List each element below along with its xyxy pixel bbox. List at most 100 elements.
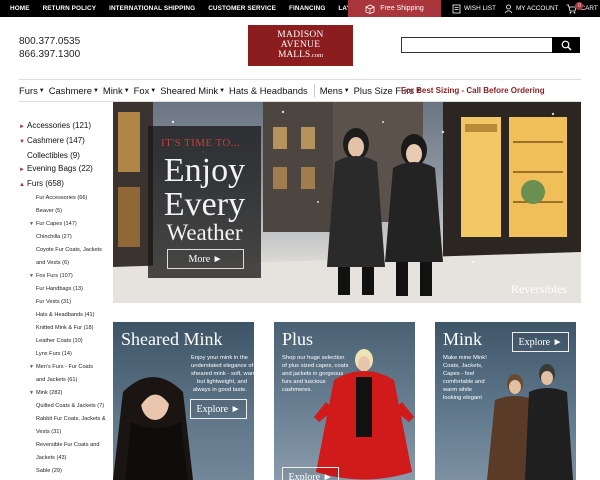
- explore-button[interactable]: Explore ►: [512, 332, 569, 352]
- card-desc-line: and jackets in gorgeous: [282, 371, 344, 377]
- card-title: Mink: [443, 329, 483, 349]
- phone-number-secondary[interactable]: 866.397.1300: [19, 48, 80, 61]
- cart-link[interactable]: 0 CART: [566, 1, 598, 14]
- sidebar-category-label: Leather Coats (10): [36, 338, 83, 344]
- card-desc-line: understated elegance of: [191, 363, 254, 369]
- card-desc-line: of plus sized capes, coats: [282, 363, 349, 369]
- search-input[interactable]: [401, 37, 553, 53]
- card-desc-line: cashmeres.: [282, 387, 312, 393]
- wishlist-link[interactable]: WISH LIST: [452, 4, 496, 14]
- account-link[interactable]: MY ACCOUNT: [504, 4, 559, 14]
- card-desc-line: always in good taste.: [192, 387, 247, 393]
- package-icon: [365, 4, 375, 14]
- chevron-down-icon: ▼: [92, 87, 99, 94]
- user-icon: [504, 4, 513, 13]
- expand-arrow-icon: ▼: [29, 273, 34, 279]
- sidebar-category-label: Mink (282): [36, 390, 63, 396]
- sidebar-category-label: Fur Vests (31): [36, 299, 72, 305]
- chevron-down-icon: ▼: [38, 87, 45, 94]
- card-desc-line: furs and luscious: [282, 379, 326, 385]
- main-nav-hats-headbands[interactable]: Hats & Headbands: [229, 85, 308, 96]
- sidebar-category-label: Hats & Headbands (41): [36, 312, 95, 318]
- search-button[interactable]: [552, 37, 580, 53]
- explore-button[interactable]: Explore ►: [190, 399, 247, 419]
- sidebar-category-item[interactable]: Fur Vests (31): [19, 296, 109, 309]
- sidebar-category-label: and Jackets (61): [36, 377, 78, 383]
- sidebar-category-label: Evening Bags (22): [27, 164, 93, 173]
- sidebar-category-item[interactable]: Collectibles (9): [19, 149, 109, 162]
- phone-numbers: 800.377.0535 866.397.1300: [19, 35, 80, 61]
- sidebar-category-item[interactable]: Chinchilla (27): [19, 231, 109, 244]
- card-desc-line: Coats, Jackets,: [443, 363, 483, 369]
- site-logo[interactable]: MADISON AVENUE MALLS.com: [248, 25, 353, 66]
- sidebar-category-item[interactable]: Fur Handbags (13): [19, 283, 109, 296]
- sidebar-category-item[interactable]: ▼ Fox Furs (107): [19, 270, 109, 283]
- sidebar-category-item[interactable]: Lynx Furs (14): [19, 348, 109, 361]
- expand-arrow-icon: ►: [19, 167, 25, 173]
- sidebar-category-item[interactable]: ▼ Cashmere (147): [19, 134, 109, 149]
- expand-arrow-icon: ▼: [29, 364, 34, 370]
- main-nav-furs[interactable]: Furs ▼: [19, 85, 45, 96]
- sidebar-category-item[interactable]: Leather Coats (10): [19, 335, 109, 348]
- sidebar-category-item[interactable]: ► Accessories (121): [19, 119, 109, 134]
- free-shipping-banner[interactable]: Free Shipping: [348, 0, 441, 17]
- main-nav-sheared-mink[interactable]: Sheared Mink ▼: [160, 85, 225, 96]
- account-label: MY ACCOUNT: [515, 5, 559, 12]
- main-nav-mink[interactable]: Mink ▼: [103, 85, 130, 96]
- main-nav-divider: [313, 84, 315, 97]
- sidebar-category-item[interactable]: ▲ Furs (658): [19, 177, 109, 192]
- sidebar-category-item[interactable]: ► Evening Bags (22): [19, 162, 109, 177]
- sidebar-category-label: Quilted Coats & Jackets (7): [36, 403, 105, 409]
- expand-arrow-icon: ▼: [29, 390, 34, 396]
- category-card-mink[interactable]: Mink Make mine Mink! Coats, Jackets, Cap…: [435, 322, 576, 480]
- sidebar-category-label: Sable (29): [36, 468, 62, 474]
- card-desc-line: Shop our huge selection: [282, 355, 345, 361]
- best-sizing-notice: For Best Sizing - Call Before Ordering: [401, 86, 545, 95]
- sidebar-category-item[interactable]: Rabbit Fur Coats, Jackets &: [19, 413, 109, 426]
- sidebar-category-item[interactable]: ▼ Mink (282): [19, 387, 109, 400]
- main-nav-mens[interactable]: Mens ▼: [320, 85, 350, 96]
- sidebar-category-item[interactable]: Reversible Fur Coats and: [19, 439, 109, 452]
- sidebar-category-item[interactable]: Sable (29): [19, 465, 109, 478]
- hero-line-2: Every: [163, 186, 246, 223]
- card-title: Plus: [282, 329, 314, 349]
- phone-number-primary[interactable]: 800.377.0535: [19, 35, 80, 48]
- sidebar-category-label: Rabbit Fur Coats, Jackets &: [36, 416, 106, 422]
- sidebar-category-item[interactable]: and Vests (6): [19, 257, 109, 270]
- sidebar-category-item[interactable]: ▼ Fur Capes (147): [19, 218, 109, 231]
- sidebar-category-item[interactable]: Fur Accessories (66): [19, 192, 109, 205]
- cart-label: CART: [580, 5, 598, 12]
- main-nav-mens-label: Mens: [319, 85, 343, 96]
- category-card-plus[interactable]: Plus Shop our huge selection of plus siz…: [274, 322, 415, 480]
- hero-banner[interactable]: IT'S TIME TO... Enjoy Every Weather More…: [113, 102, 581, 303]
- logo-suffix: .com: [310, 52, 324, 59]
- sidebar-category-label: Cashmere (147): [27, 136, 85, 145]
- card-desc-line: looking elegant: [443, 395, 482, 401]
- sidebar-category-label: Accessories (121): [27, 121, 92, 130]
- category-card-sheared-mink[interactable]: Sheared Mink Enjoy your mink in the unde…: [113, 322, 254, 480]
- card-desc-line: sheared mink - soft, warm: [191, 371, 254, 377]
- sidebar-category-item[interactable]: and Jackets (61): [19, 374, 109, 387]
- top-nav-return-policy[interactable]: RETURN POLICY: [43, 5, 97, 12]
- sidebar-category-item[interactable]: Coyote Fur Coats, Jackets: [19, 244, 109, 257]
- explore-button[interactable]: Explore ►: [282, 467, 339, 480]
- top-nav-financing[interactable]: FINANCING: [289, 5, 325, 12]
- main-nav-fox[interactable]: Fox ▼: [134, 85, 157, 96]
- top-nav-customer-service[interactable]: CUSTOMER SERVICE: [208, 5, 276, 12]
- sidebar-category-item[interactable]: ▼ Men's Furs - Fur Coats: [19, 361, 109, 374]
- sidebar-category-item[interactable]: Knitted Mink & Fur (18): [19, 322, 109, 335]
- top-nav-home[interactable]: HOME: [10, 5, 30, 12]
- main-nav-sheared-mink-label: Sheared Mink: [160, 85, 219, 96]
- logo-line-3: MALLS.com: [278, 50, 323, 61]
- sidebar-category-item[interactable]: Quilted Coats & Jackets (7): [19, 400, 109, 413]
- logo-malls: MALLS: [277, 50, 311, 60]
- top-nav-international-shipping[interactable]: INTERNATIONAL SHIPPING: [109, 5, 195, 12]
- hero-more-button[interactable]: More ►: [167, 249, 244, 269]
- main-nav-cashmere[interactable]: Cashmere ▼: [49, 85, 99, 96]
- expand-arrow-icon: ▲: [19, 182, 25, 188]
- sidebar-category-item[interactable]: Beaver (5): [19, 205, 109, 218]
- chevron-down-icon: ▼: [219, 87, 226, 94]
- sidebar-category-item[interactable]: Vests (31): [19, 426, 109, 439]
- sidebar-category-item[interactable]: Hats & Headbands (41): [19, 309, 109, 322]
- sidebar-category-item[interactable]: Jackets (43): [19, 452, 109, 465]
